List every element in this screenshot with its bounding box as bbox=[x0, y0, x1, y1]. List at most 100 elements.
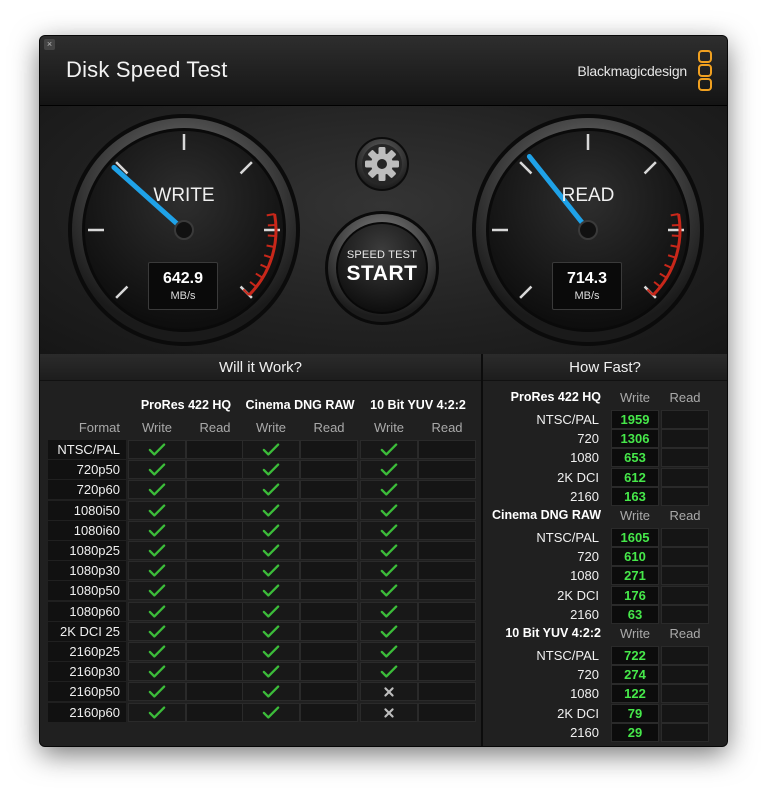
will-it-work-read-cell bbox=[418, 440, 476, 459]
will-it-work-group-0: ProRes 422 HQ bbox=[140, 398, 232, 412]
write-readout: 642.9 MB/s bbox=[148, 262, 218, 310]
will-it-work-write-cell bbox=[242, 682, 300, 702]
format-row-label: 2160p60 bbox=[48, 702, 126, 722]
will-it-work-write-cell bbox=[128, 601, 186, 621]
will-it-work-write-cell bbox=[360, 440, 418, 459]
will-it-work-read-cell bbox=[186, 460, 244, 480]
settings-gear-icon[interactable] bbox=[354, 136, 410, 192]
will-it-work-write-cell bbox=[128, 561, 186, 581]
check-icon bbox=[380, 665, 398, 678]
close-button[interactable]: × bbox=[44, 39, 55, 50]
how-fast-write-header: Write bbox=[619, 390, 651, 405]
how-fast-format-label: NTSC/PAL bbox=[536, 648, 599, 663]
how-fast-read-cell bbox=[661, 585, 709, 605]
will-it-work-read-cell bbox=[186, 480, 244, 500]
how-fast-read-cell bbox=[661, 547, 709, 567]
format-row-label: 2160p50 bbox=[48, 682, 126, 702]
check-icon bbox=[380, 443, 398, 456]
read-needle-hub bbox=[578, 220, 598, 240]
how-fast-read-cell bbox=[661, 604, 709, 624]
will-it-work-write-cell bbox=[128, 440, 186, 459]
start-button-face: SPEED TEST START bbox=[337, 223, 427, 313]
how-fast-read-cell bbox=[661, 566, 709, 586]
will-it-work-read-cell bbox=[418, 581, 476, 601]
check-icon bbox=[148, 504, 166, 517]
format-row-label: 720p50 bbox=[48, 460, 126, 480]
read-speed-value: 714.3 bbox=[566, 270, 608, 287]
will-it-work-read-cell bbox=[418, 601, 476, 621]
check-icon bbox=[380, 564, 398, 577]
how-fast-format-label: 720 bbox=[577, 431, 599, 447]
check-icon bbox=[262, 504, 280, 517]
check-icon bbox=[380, 645, 398, 658]
will-it-work-write-cell bbox=[360, 561, 418, 581]
check-icon bbox=[380, 524, 398, 537]
format-row-label: 2160p30 bbox=[48, 662, 126, 682]
will-it-work-read-cell bbox=[186, 500, 244, 520]
read-speed-unit: MB/s bbox=[574, 290, 600, 302]
will-it-work-read-cell bbox=[300, 702, 358, 722]
will-it-work-write-cell bbox=[360, 581, 418, 601]
check-icon bbox=[148, 524, 166, 537]
how-fast-read-cell bbox=[661, 703, 709, 723]
how-fast-read-cell bbox=[661, 486, 709, 506]
will-it-work-read-cell bbox=[186, 601, 244, 621]
will-it-work-read-cell bbox=[418, 500, 476, 520]
will-it-work-read-cell bbox=[418, 682, 476, 702]
will-it-work-write-cell bbox=[128, 682, 186, 702]
app-title: Disk Speed Test bbox=[66, 57, 228, 82]
how-fast-format-label: NTSC/PAL bbox=[536, 530, 599, 545]
will-it-work-group-2: 10 Bit YUV 4:2:2 bbox=[370, 398, 466, 412]
will-it-work-read-cell bbox=[300, 520, 358, 540]
how-fast-format-label: 1080 bbox=[570, 450, 599, 466]
will-it-work-write-cell bbox=[242, 662, 300, 682]
how-fast-write-value: 612 bbox=[611, 467, 659, 487]
will-it-work-read-cell bbox=[418, 460, 476, 480]
title-bar: × Disk Speed Test Blackmagicdesign bbox=[40, 36, 727, 106]
will-it-work-panel: Will it Work? ProRes 422 HQ Write Read Cine… bbox=[40, 354, 481, 746]
how-fast-write-value: 29 bbox=[611, 722, 659, 742]
check-icon bbox=[148, 645, 166, 658]
how-fast-write-value: 1605 bbox=[611, 528, 659, 547]
check-icon bbox=[262, 605, 280, 618]
how-fast-format-label: 2K DCI bbox=[557, 469, 599, 485]
will-it-work-write-cell bbox=[128, 662, 186, 682]
will-it-work-read-cell bbox=[300, 561, 358, 581]
brand-name: Blackmagicdesign bbox=[577, 63, 687, 79]
will-it-work-read-cell bbox=[186, 561, 244, 581]
how-fast-read-cell bbox=[661, 429, 709, 449]
how-fast-write-value: 122 bbox=[611, 684, 659, 704]
will-it-work-read-cell bbox=[186, 702, 244, 722]
will-it-work-write-cell bbox=[360, 460, 418, 480]
will-it-work-write-cell bbox=[242, 702, 300, 722]
format-row-label: 1080p60 bbox=[48, 601, 126, 621]
how-fast-write-value: 1306 bbox=[611, 429, 659, 449]
will-it-work-read-cell bbox=[300, 601, 358, 621]
how-fast-format-label: 1080 bbox=[570, 568, 599, 584]
format-row-label: 1080p30 bbox=[48, 561, 126, 581]
how-fast-write-value: 722 bbox=[611, 646, 659, 665]
how-fast-write-header: Write bbox=[619, 508, 651, 523]
will-it-work-read-cell bbox=[418, 662, 476, 682]
how-fast-format-label: 720 bbox=[577, 549, 599, 565]
will-it-work-group-1: Cinema DNG RAW bbox=[245, 398, 355, 412]
format-row-label: 1080i60 bbox=[48, 520, 126, 540]
gauge-redline-tick bbox=[671, 234, 680, 238]
will-it-work-read-cell bbox=[418, 642, 476, 661]
how-fast-write-value: 63 bbox=[611, 604, 659, 624]
check-icon bbox=[262, 524, 280, 537]
speed-test-start-button[interactable]: SPEED TEST START bbox=[324, 210, 440, 326]
gauge-redline-tick bbox=[266, 213, 275, 217]
how-fast-write-header: Write bbox=[619, 626, 651, 641]
how-fast-format-label: 2K DCI bbox=[557, 587, 599, 603]
will-it-work-read-cell bbox=[418, 520, 476, 540]
will-it-work-write-cell bbox=[360, 480, 418, 500]
will-it-work-write-cell bbox=[360, 702, 418, 722]
cross-icon bbox=[384, 707, 394, 718]
will-it-work-read-cell bbox=[186, 642, 244, 661]
how-fast-title: How Fast? bbox=[483, 354, 727, 381]
blackmagic-logo-icon bbox=[698, 50, 712, 91]
check-icon bbox=[148, 625, 166, 638]
how-fast-write-value: 271 bbox=[611, 566, 659, 586]
read-gauge-dial bbox=[472, 114, 704, 346]
